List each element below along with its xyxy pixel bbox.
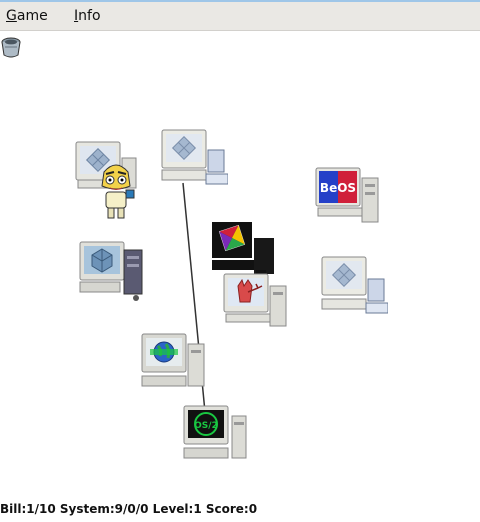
toolbox-icon[interactable]: [0, 35, 22, 59]
computer-globe[interactable]: [140, 332, 208, 400]
menu-bar: Game Info: [0, 2, 480, 31]
menu-game[interactable]: Game: [6, 8, 48, 24]
computer-bsd-2[interactable]: [222, 272, 290, 340]
menu-game-label: ame: [16, 8, 48, 24]
status-bar-text: Bill:1/10 System:9/0/0 Level:1 Score:0: [0, 502, 258, 516]
computer-beos[interactable]: BeOS: [314, 166, 382, 234]
menu-info[interactable]: Info: [74, 8, 101, 24]
beos-logo-label: BeOS: [320, 181, 356, 195]
computer-sun-1[interactable]: [160, 128, 228, 196]
menu-game-mnemonic: G: [6, 8, 17, 24]
computer-wingdows[interactable]: [78, 240, 146, 308]
menu-info-label: nfo: [78, 8, 101, 24]
bill-character-icon[interactable]: [96, 160, 136, 222]
computer-os2[interactable]: OS/2: [182, 404, 250, 472]
computer-sun-2[interactable]: [320, 255, 388, 323]
os2-logo-label: OS/2: [194, 421, 218, 431]
